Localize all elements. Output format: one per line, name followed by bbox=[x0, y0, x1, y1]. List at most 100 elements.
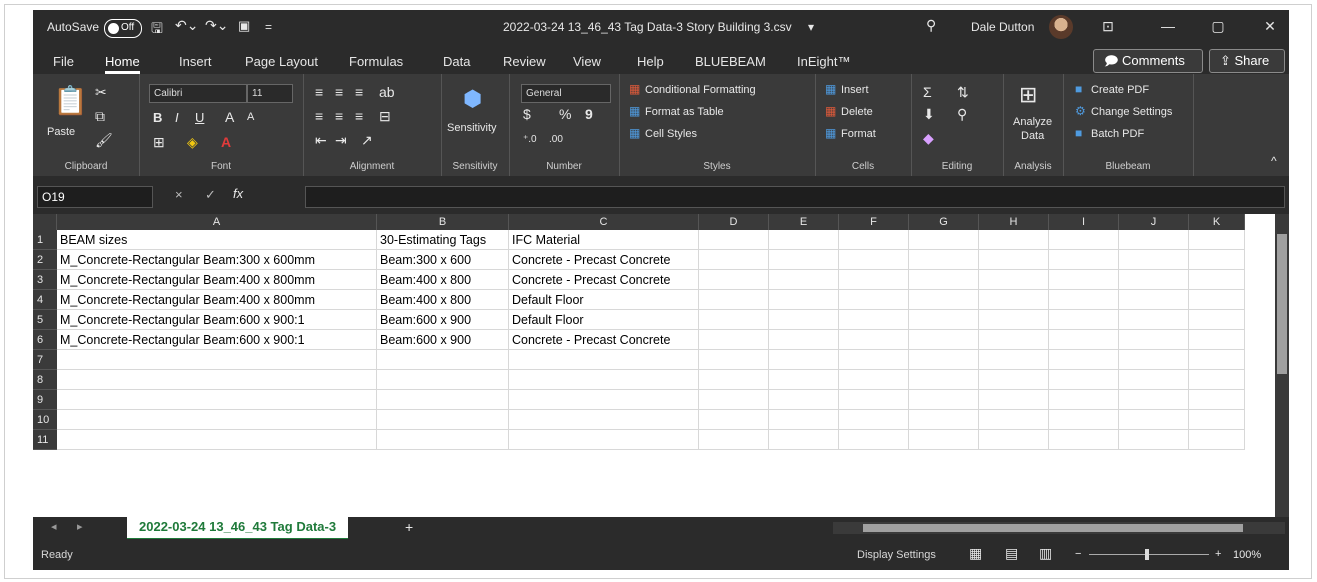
table-cell[interactable]: Default Floor bbox=[509, 290, 699, 310]
insert-cells-button[interactable]: Insert bbox=[841, 84, 869, 96]
row-header[interactable]: 9 bbox=[33, 390, 57, 410]
table-cell[interactable] bbox=[699, 370, 769, 390]
table-cell[interactable] bbox=[839, 390, 909, 410]
table-cell[interactable] bbox=[769, 230, 839, 250]
table-cell[interactable] bbox=[909, 250, 979, 270]
table-cell[interactable] bbox=[1119, 410, 1189, 430]
enter-icon[interactable]: ✓ bbox=[205, 187, 216, 203]
zoom-in-button[interactable]: + bbox=[1215, 548, 1221, 560]
table-cell[interactable]: Beam:600 x 900 bbox=[377, 310, 509, 330]
row-header[interactable]: 2 bbox=[33, 250, 57, 270]
format-as-table-button[interactable]: Format as Table bbox=[645, 106, 724, 118]
document-title[interactable]: 2022-03-24 13_46_43 Tag Data-3 Story Bui… bbox=[503, 20, 792, 34]
redo-icon[interactable]: ↷⌄ bbox=[205, 17, 228, 34]
ribbon-display-icon[interactable]: ⊡ bbox=[1093, 18, 1123, 35]
table-cell[interactable] bbox=[1189, 250, 1245, 270]
align-top-icon[interactable]: ≡ bbox=[315, 84, 323, 100]
row-header[interactable]: 5 bbox=[33, 310, 57, 330]
column-header[interactable]: J bbox=[1119, 214, 1189, 230]
restore-icon[interactable]: ▢ bbox=[1203, 18, 1233, 35]
zoom-out-button[interactable]: − bbox=[1075, 548, 1081, 560]
table-cell[interactable] bbox=[509, 410, 699, 430]
wrap-text-icon[interactable]: ab bbox=[379, 84, 395, 100]
borders-icon[interactable]: ⊞ bbox=[153, 134, 165, 151]
cut-icon[interactable]: ✂ bbox=[95, 84, 107, 101]
table-cell[interactable] bbox=[979, 270, 1049, 290]
align-bottom-icon[interactable]: ≡ bbox=[355, 84, 363, 100]
table-cell[interactable] bbox=[1189, 270, 1245, 290]
table-cell[interactable]: M_Concrete-Rectangular Beam:300 x 600mm bbox=[57, 250, 377, 270]
normal-view-icon[interactable]: ▦ bbox=[969, 545, 982, 562]
align-middle-icon[interactable]: ≡ bbox=[335, 84, 343, 100]
table-cell[interactable] bbox=[1049, 250, 1119, 270]
search-icon[interactable]: ⚲ bbox=[926, 17, 936, 34]
table-cell[interactable] bbox=[1119, 310, 1189, 330]
italic-icon[interactable]: I bbox=[175, 110, 179, 125]
table-cell[interactable] bbox=[909, 230, 979, 250]
align-center-icon[interactable]: ≡ bbox=[335, 108, 343, 124]
insert-function-icon[interactable]: fx bbox=[233, 186, 243, 201]
increase-decimal-icon[interactable]: ⁺.0 bbox=[523, 134, 537, 145]
table-cell[interactable] bbox=[909, 410, 979, 430]
table-cell[interactable] bbox=[1049, 330, 1119, 350]
table-cell[interactable] bbox=[909, 350, 979, 370]
table-cell[interactable] bbox=[769, 270, 839, 290]
select-all-corner[interactable] bbox=[33, 214, 57, 230]
merge-center-icon[interactable]: ⊟ bbox=[379, 108, 391, 125]
table-cell[interactable] bbox=[699, 310, 769, 330]
column-header[interactable]: D bbox=[699, 214, 769, 230]
table-cell[interactable] bbox=[1119, 250, 1189, 270]
table-cell[interactable] bbox=[839, 250, 909, 270]
column-header[interactable]: E bbox=[769, 214, 839, 230]
table-cell[interactable] bbox=[769, 310, 839, 330]
table-cell[interactable]: M_Concrete-Rectangular Beam:600 x 900:1 bbox=[57, 330, 377, 350]
row-header[interactable]: 6 bbox=[33, 330, 57, 350]
row-header[interactable]: 3 bbox=[33, 270, 57, 290]
paste-label[interactable]: Paste bbox=[47, 126, 75, 138]
page-break-view-icon[interactable]: ▥ bbox=[1039, 545, 1052, 562]
table-cell[interactable] bbox=[769, 290, 839, 310]
formula-input[interactable] bbox=[305, 186, 1285, 208]
batch-pdf-button[interactable]: Batch PDF bbox=[1091, 128, 1144, 140]
align-left-icon[interactable]: ≡ bbox=[315, 108, 323, 124]
table-cell[interactable] bbox=[909, 330, 979, 350]
table-cell[interactable] bbox=[839, 230, 909, 250]
table-cell[interactable] bbox=[1189, 370, 1245, 390]
table-cell[interactable]: Beam:400 x 800 bbox=[377, 290, 509, 310]
column-header[interactable]: C bbox=[509, 214, 699, 230]
table-cell[interactable] bbox=[979, 230, 1049, 250]
table-cell[interactable]: M_Concrete-Rectangular Beam:400 x 800mm bbox=[57, 270, 377, 290]
table-cell[interactable] bbox=[909, 290, 979, 310]
add-sheet-icon[interactable]: + bbox=[405, 519, 413, 535]
table-cell[interactable] bbox=[979, 390, 1049, 410]
table-cell[interactable] bbox=[57, 390, 377, 410]
analyze-data-line2[interactable]: Data bbox=[1021, 130, 1044, 142]
table-cell[interactable]: Beam:600 x 900 bbox=[377, 330, 509, 350]
table-cell[interactable] bbox=[699, 350, 769, 370]
table-cell[interactable] bbox=[1189, 430, 1245, 450]
decrease-font-icon[interactable]: A bbox=[247, 111, 254, 123]
bold-icon[interactable]: B bbox=[153, 110, 162, 125]
table-cell[interactable] bbox=[839, 350, 909, 370]
table-cell[interactable] bbox=[1049, 370, 1119, 390]
fill-icon[interactable]: ⬇ bbox=[923, 106, 935, 123]
table-cell[interactable] bbox=[769, 250, 839, 270]
horizontal-scrollbar[interactable] bbox=[833, 522, 1285, 534]
table-cell[interactable] bbox=[1049, 390, 1119, 410]
table-cell[interactable] bbox=[699, 410, 769, 430]
row-header[interactable]: 7 bbox=[33, 350, 57, 370]
table-cell[interactable] bbox=[1119, 390, 1189, 410]
table-cell[interactable] bbox=[909, 390, 979, 410]
close-icon[interactable]: ✕ bbox=[1255, 18, 1285, 35]
cell-styles-button[interactable]: Cell Styles bbox=[645, 128, 697, 140]
column-header[interactable]: F bbox=[839, 214, 909, 230]
table-cell[interactable]: Default Floor bbox=[509, 310, 699, 330]
table-cell[interactable] bbox=[839, 410, 909, 430]
table-cell[interactable]: Concrete - Precast Concrete bbox=[509, 270, 699, 290]
currency-icon[interactable]: $ bbox=[523, 106, 531, 122]
table-cell[interactable] bbox=[1049, 410, 1119, 430]
comments-button[interactable]: 🗩 Comments bbox=[1093, 49, 1203, 73]
tab-view[interactable]: View bbox=[573, 54, 601, 69]
copy-icon[interactable]: ⧉ bbox=[95, 108, 105, 125]
table-cell[interactable]: Concrete - Precast Concrete bbox=[509, 330, 699, 350]
